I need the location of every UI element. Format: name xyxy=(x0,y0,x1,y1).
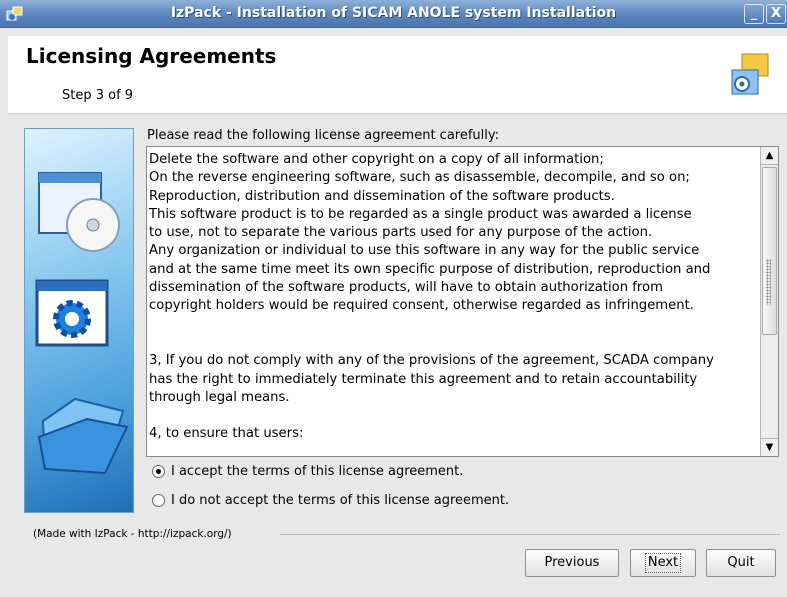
close-button[interactable]: X xyxy=(766,4,786,24)
scroll-grip-icon xyxy=(766,259,771,305)
sidebar-illustration xyxy=(24,128,134,513)
header-panel: Licensing Agreements Step 3 of 9 xyxy=(8,36,787,114)
accept-radio-button[interactable] xyxy=(152,464,165,478)
page-title: Licensing Agreements xyxy=(26,44,277,68)
license-text: Delete the software and other copyright … xyxy=(149,152,714,442)
reject-radio-button[interactable] xyxy=(152,493,165,507)
accept-radio-label[interactable]: I accept the terms of this license agree… xyxy=(171,464,463,479)
previous-button[interactable]: Previous xyxy=(525,549,619,577)
window-title: IzPack - Installation of SICAM ANOLE sys… xyxy=(170,5,617,21)
reject-radio-label[interactable]: I do not accept the terms of this licens… xyxy=(171,493,509,508)
next-button[interactable]: Next xyxy=(630,549,696,577)
accept-license-option[interactable]: I accept the terms of this license agree… xyxy=(152,462,463,480)
scroll-down-arrow-icon[interactable]: ▼ xyxy=(761,438,778,456)
next-button-label: Next xyxy=(644,553,682,573)
footer-separator xyxy=(280,534,780,535)
license-text-area[interactable]: Delete the software and other copyright … xyxy=(146,146,779,457)
made-with-izpack-label: (Made with IzPack - http://izpack.org/) xyxy=(33,528,232,540)
folder-icon xyxy=(37,397,129,475)
window-titlebar: IzPack - Installation of SICAM ANOLE sys… xyxy=(0,0,787,28)
settings-gear-icon xyxy=(35,279,109,347)
scroll-up-arrow-icon[interactable]: ▲ xyxy=(761,147,778,165)
step-indicator: Step 3 of 9 xyxy=(62,88,134,103)
scroll-thumb[interactable] xyxy=(762,167,777,335)
license-scrollbar[interactable]: ▲ ▼ xyxy=(760,147,778,456)
package-install-icon xyxy=(731,53,769,95)
license-intro-label: Please read the following license agreem… xyxy=(147,128,500,143)
cd-window-icon xyxy=(38,172,120,252)
minimize-button[interactable]: _ xyxy=(744,4,764,24)
reject-license-option[interactable]: I do not accept the terms of this licens… xyxy=(152,491,509,509)
quit-button[interactable]: Quit xyxy=(706,549,776,577)
